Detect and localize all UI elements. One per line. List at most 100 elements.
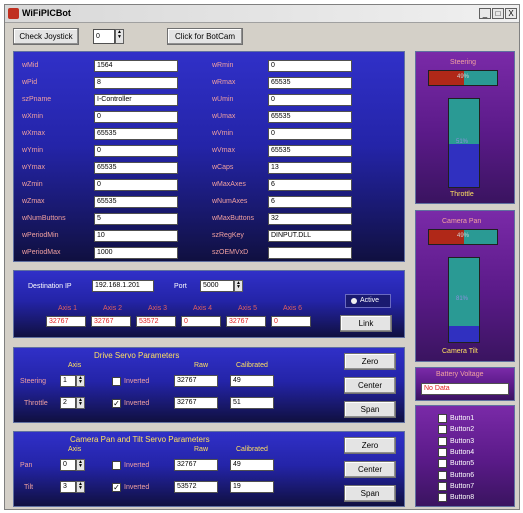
cap-label: wUmin: [212, 96, 234, 103]
cam-inverted-checkbox[interactable]: ✓: [112, 483, 121, 492]
joystick-button-label: Button6: [450, 471, 475, 479]
botcam-button[interactable]: Click for BotCam: [167, 28, 243, 45]
cam-col-axis: Axis: [68, 446, 82, 453]
joystick-button-label: Button5: [450, 460, 475, 468]
drive-center-button[interactable]: Center: [344, 377, 396, 394]
cap-label: wVmin: [212, 130, 234, 137]
joystick-button-checkbox[interactable]: [438, 447, 447, 457]
cap-value-field: 13: [268, 162, 352, 174]
axis-value: 53572: [136, 316, 176, 327]
throttle-bar-fill: [449, 99, 479, 144]
joystick-button-checkbox[interactable]: [438, 414, 447, 423]
cap-value-field: 6: [268, 179, 352, 191]
cap-label: wMid: [22, 62, 39, 69]
cap-value-field: 32: [268, 213, 352, 225]
drive-row-label: Steering: [20, 378, 47, 385]
cam-span-button[interactable]: Span: [344, 485, 396, 502]
drive-panel-title: Drive Servo Parameters: [94, 351, 180, 360]
cam-col-raw: Raw: [194, 446, 209, 453]
cap-value-field: 0: [94, 145, 178, 157]
cam-axis-spinner[interactable]: ▲ ▼: [76, 459, 85, 471]
drive-raw-value: 32767: [174, 397, 218, 409]
cap-value-field: 1000: [94, 247, 178, 259]
drive-row-label: Throttle: [24, 400, 48, 407]
joystick-button-checkbox[interactable]: [438, 459, 447, 469]
cap-value-field: 10: [94, 230, 178, 242]
cap-value-field: 65535: [94, 162, 178, 174]
axis-value: 0: [271, 316, 311, 327]
cap-label: szOEMVxD: [212, 249, 249, 256]
cap-value-field: 0: [268, 128, 352, 140]
camera-tilt-bar-fill: [449, 258, 479, 327]
cap-label: wXmax: [22, 130, 45, 137]
joystick-caps-panel: wMid 1564 wPid 8 szPname I-Controller wXmin 0 wX…: [13, 51, 405, 262]
drive-span-button[interactable]: Span: [344, 401, 396, 418]
active-dot-icon: [351, 298, 357, 304]
battery-title: Battery Voltage: [436, 371, 484, 378]
network-panel: Destination IP 192.168.1.201 Port 5000 ▲…: [13, 270, 405, 338]
axis-label: Axis 3: [148, 305, 168, 312]
joystick-button-checkbox[interactable]: [438, 481, 447, 491]
drive-zero-button[interactable]: Zero: [344, 353, 396, 370]
cam-center-button[interactable]: Center: [344, 461, 396, 478]
cap-label: wUmax: [212, 113, 236, 120]
camera-pan-value: 49%: [457, 233, 470, 239]
cap-label: wZmin: [22, 181, 43, 188]
check-joystick-button[interactable]: Check Joystick: [13, 28, 79, 45]
axis-label: Axis 5: [238, 305, 258, 312]
port-spinner[interactable]: ▲ ▼: [234, 280, 243, 292]
cap-value-field: 0: [94, 111, 178, 123]
cap-label: wRmax: [212, 79, 236, 86]
close-button[interactable]: X: [505, 8, 517, 19]
throttle-bar: 51%: [448, 98, 480, 188]
drive-col-axis: Axis: [68, 362, 82, 369]
cap-label: wRmin: [212, 62, 234, 69]
joystick-button-label: Button8: [450, 494, 475, 502]
cam-axis-input[interactable]: 0: [60, 459, 76, 471]
port-input[interactable]: 5000: [200, 280, 234, 292]
camera-pan-title: Camera Pan: [442, 218, 482, 225]
joystick-button-label: Button1: [450, 415, 475, 422]
axis-value: 32767: [91, 316, 131, 327]
battery-panel: Battery Voltage No Data: [415, 367, 515, 401]
cam-axis-spinner[interactable]: ▲ ▼: [76, 481, 85, 493]
drive-inverted-checkbox[interactable]: ✓: [112, 399, 121, 408]
drive-inverted-label: Inverted: [124, 400, 150, 407]
drive-servo-panel: Drive Servo Parameters Axis Raw Calibrat…: [13, 347, 405, 423]
camera-pan-bar: 49%: [428, 229, 498, 245]
cam-inverted-checkbox[interactable]: [112, 461, 121, 470]
joystick-button-checkbox[interactable]: [438, 470, 447, 480]
drive-axis-input[interactable]: 1: [60, 375, 76, 387]
cam-calibrated-value: 49: [230, 459, 274, 471]
cap-label: wNumButtons: [22, 215, 66, 222]
battery-value: No Data: [421, 383, 509, 395]
cap-value-field: I-Controller: [94, 94, 178, 106]
camera-servo-panel: Camera Pan and Tilt Servo Parameters Axi…: [13, 431, 405, 507]
drive-inverted-checkbox[interactable]: [112, 377, 121, 386]
cam-zero-button[interactable]: Zero: [344, 437, 396, 454]
drive-axis-spinner[interactable]: ▲ ▼: [76, 397, 85, 409]
drive-col-calibrated: Calibrated: [236, 362, 268, 369]
joystick-index-input[interactable]: 0: [93, 29, 115, 44]
cam-axis-input[interactable]: 3: [60, 481, 76, 493]
drive-axis-input[interactable]: 2: [60, 397, 76, 409]
active-label: Active: [360, 297, 380, 304]
link-button[interactable]: Link: [340, 315, 392, 332]
joystick-button-checkbox[interactable]: [438, 425, 447, 435]
minimize-button[interactable]: _: [479, 8, 491, 19]
joystick-button-checkbox[interactable]: [438, 493, 447, 503]
cam-col-calibrated: Calibrated: [236, 446, 268, 453]
axis-value: 32767: [226, 316, 266, 327]
drive-axis-spinner[interactable]: ▲ ▼: [76, 375, 85, 387]
drive-inverted-label: Inverted: [124, 378, 150, 385]
dest-ip-input[interactable]: 192.168.1.201: [92, 280, 154, 292]
joystick-button-checkbox[interactable]: [438, 436, 447, 446]
cap-label: wXmin: [22, 113, 44, 120]
cap-label: wMaxAxes: [212, 181, 246, 188]
cap-value-field: 1564: [94, 60, 178, 72]
cam-panel-title: Camera Pan and Tilt Servo Parameters: [70, 435, 210, 444]
cap-value-field: 65535: [94, 196, 178, 208]
joystick-index-spinner[interactable]: ▲ ▼: [115, 29, 124, 44]
cam-row-label: Pan: [20, 462, 33, 469]
restore-button[interactable]: □: [492, 8, 504, 19]
